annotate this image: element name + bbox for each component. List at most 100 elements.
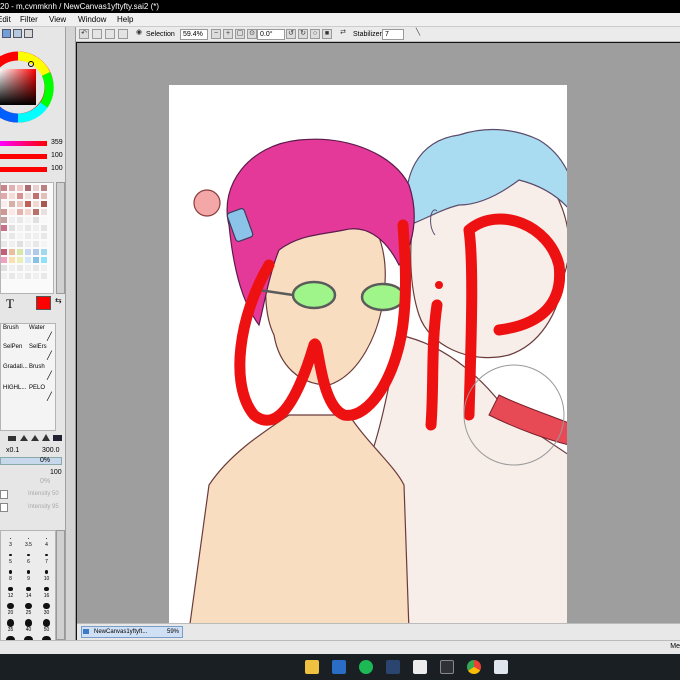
brush-size-cell[interactable]: 25: [20, 600, 37, 616]
primary-color-swatch[interactable]: [36, 296, 51, 310]
left-panel: 359 100 100 T ⇆ Brush Water ╱ SelPen Sel…: [0, 27, 66, 640]
discord-icon[interactable]: [440, 660, 454, 674]
brush-size-cell[interactable]: 35: [2, 617, 19, 633]
hue-slider[interactable]: [0, 141, 47, 146]
stabilizer-field[interactable]: 7: [382, 29, 404, 40]
tool-gradation[interactable]: Gradati...: [3, 364, 28, 370]
brush-size-cell[interactable]: 50: [38, 617, 55, 633]
text-tool-icon[interactable]: T: [6, 296, 14, 312]
store-icon[interactable]: [413, 660, 427, 674]
menu-help[interactable]: Help: [117, 15, 133, 25]
brush-size-cell[interactable]: 10: [38, 566, 55, 582]
brush-size-label: 10: [43, 576, 50, 582]
brush-size-cell[interactable]: 16: [38, 583, 55, 599]
texture-dropdown[interactable]: [0, 490, 8, 499]
brush-size-dot: [7, 602, 14, 610]
tool-water[interactable]: Water: [29, 325, 45, 331]
tool-brush[interactable]: Brush: [3, 325, 19, 331]
swap-icon[interactable]: ⇄: [338, 29, 348, 39]
brush-size-cell[interactable]: 40: [20, 617, 37, 633]
color-wheel[interactable]: [0, 39, 64, 145]
left-panel-scrollbar[interactable]: [66, 27, 76, 640]
brush-size-cell[interactable]: 30: [38, 600, 55, 616]
menu-filter[interactable]: Filter: [20, 15, 38, 25]
zoom-reset-button[interactable]: ⊙: [247, 29, 257, 39]
sai-icon[interactable]: [494, 660, 508, 674]
brush-size-cell[interactable]: 20: [2, 600, 19, 616]
rotate-left-button[interactable]: ↺: [286, 29, 296, 39]
brush-size-dot: [28, 537, 29, 539]
texture-dropdown-2[interactable]: [0, 503, 8, 512]
hue-value: 359: [51, 139, 63, 146]
color-swatches[interactable]: [0, 182, 54, 294]
menu-window[interactable]: Window: [78, 15, 106, 25]
document-tab[interactable]: NewCanvas1yftyft... 59%: [81, 626, 183, 638]
line-tool-icon[interactable]: ╲: [413, 29, 423, 39]
tool-pelo[interactable]: PELO: [29, 385, 45, 391]
flip-button[interactable]: ■: [322, 29, 332, 39]
brush-size-cell[interactable]: 8: [2, 566, 19, 582]
saturation-slider[interactable]: [0, 154, 47, 159]
intensity-2: Intensity 95: [28, 504, 59, 510]
rotation-field[interactable]: 0.0°: [257, 29, 285, 40]
brush-size-cell[interactable]: 12: [2, 583, 19, 599]
tool-brush-2[interactable]: Brush: [29, 364, 45, 370]
stabilizer-label: Stabilizer: [353, 31, 382, 38]
brush-size-cell[interactable]: 9: [20, 566, 37, 582]
brush-size-cell[interactable]: 6: [20, 549, 37, 565]
menu-view[interactable]: View: [49, 15, 66, 25]
toolbar-blank-button[interactable]: [105, 29, 115, 39]
eraser-icon: ╱: [47, 351, 52, 360]
document-icon: [83, 629, 89, 634]
size-multiplier[interactable]: x0.1: [6, 447, 19, 454]
color-wheel-mode-icon[interactable]: [2, 29, 11, 38]
brush-size-cell[interactable]: 4: [38, 532, 55, 548]
spotify-icon[interactable]: [359, 660, 373, 674]
zoom-fit-button[interactable]: ▢: [235, 29, 245, 39]
zoom-out-button[interactable]: −: [211, 29, 221, 39]
brush-size-cell[interactable]: 7: [38, 549, 55, 565]
canvas[interactable]: [169, 85, 576, 632]
file-explorer-icon[interactable]: [305, 660, 319, 674]
menu-edit[interactable]: Edit: [0, 15, 11, 25]
rotate-reset-button[interactable]: ○: [310, 29, 320, 39]
swap-colors-icon[interactable]: ⇆: [55, 296, 62, 305]
brush-size-label: 7: [45, 559, 48, 565]
tool-selpen[interactable]: SelPen: [3, 344, 22, 350]
toolbar-blank-button[interactable]: [118, 29, 128, 39]
brush-size-label: 35: [7, 627, 14, 633]
brush-size-cell[interactable]: 14: [20, 583, 37, 599]
mail-icon[interactable]: [332, 660, 346, 674]
tool-highlight[interactable]: HIGHL...: [3, 385, 26, 391]
value-slider[interactable]: [0, 167, 47, 172]
pen-icon: ╱: [47, 392, 52, 401]
rotate-right-button[interactable]: ↻: [298, 29, 308, 39]
brush-size-dot: [6, 619, 15, 627]
brush-size-dot: [43, 602, 50, 610]
steam-icon[interactable]: [386, 660, 400, 674]
brush-size-cell[interactable]: 3: [2, 532, 19, 548]
undo-button[interactable]: ↶: [79, 29, 89, 39]
brush-size-label: 20: [7, 610, 14, 616]
swatch-scrollbar[interactable]: [56, 182, 65, 294]
eye-icon[interactable]: ◉: [134, 29, 144, 39]
brush-size-value[interactable]: 300.0: [42, 447, 60, 454]
min-size-slider[interactable]: [0, 457, 62, 465]
toolbar-blank-button[interactable]: [92, 29, 102, 39]
density-value[interactable]: 100: [50, 469, 62, 476]
hsv-mode-icon[interactable]: [24, 29, 33, 38]
min-size-value: 0%: [40, 457, 51, 464]
canvas-workarea[interactable]: [77, 43, 680, 632]
zoom-field[interactable]: 59.4%: [180, 29, 208, 40]
brush-size-cell[interactable]: 5: [2, 549, 19, 565]
chrome-icon[interactable]: [467, 660, 481, 674]
brush-size-label: 50: [43, 627, 50, 633]
hsv-sliders: 359 100 100: [0, 138, 65, 178]
zoom-in-button[interactable]: +: [223, 29, 233, 39]
rgb-mode-icon[interactable]: [13, 29, 22, 38]
window-titlebar: 20 - m,cvnmknh / NewCanvas1yftyfty.sai2 …: [0, 0, 680, 13]
size-grid-scrollbar[interactable]: [56, 530, 65, 640]
brush-size-cell[interactable]: 3.5: [20, 532, 37, 548]
brush-size-dot: [8, 570, 13, 574]
tool-selers[interactable]: SelErs: [29, 344, 47, 350]
